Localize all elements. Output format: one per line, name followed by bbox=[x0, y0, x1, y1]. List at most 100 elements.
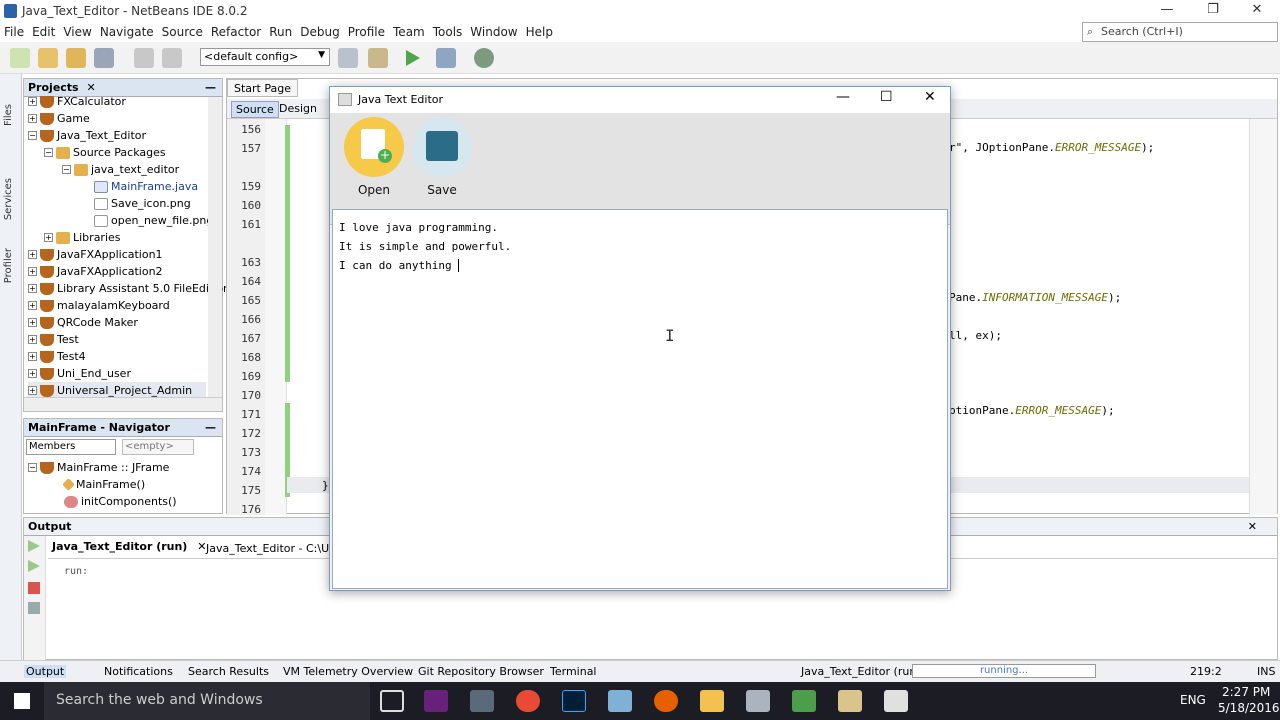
profiler-tab[interactable]: Profiler bbox=[3, 248, 14, 283]
app-icon[interactable] bbox=[746, 690, 770, 712]
tree-item-javafxapp1[interactable]: + JavaFXApplication1 bbox=[28, 246, 163, 263]
tree-item-test4[interactable]: + Test4 bbox=[28, 348, 86, 365]
menu-source[interactable]: Source bbox=[158, 22, 207, 42]
menu-navigate[interactable]: Navigate bbox=[96, 22, 158, 42]
editor-vertical-scrollbar[interactable] bbox=[1249, 119, 1277, 515]
windows-start-icon[interactable] bbox=[14, 693, 30, 709]
menu-profile[interactable]: Profile bbox=[344, 22, 389, 42]
file-explorer-icon[interactable] bbox=[700, 690, 724, 712]
clock-date[interactable]: 5/18/2016 bbox=[1218, 701, 1280, 715]
status-output[interactable]: Output bbox=[24, 665, 67, 678]
output-tab-active[interactable]: Java_Text_Editor (run) ✕ bbox=[48, 538, 210, 556]
rerun-icon[interactable] bbox=[28, 540, 40, 552]
stop-icon[interactable] bbox=[28, 582, 40, 594]
restore-button[interactable]: ❐ bbox=[1190, 0, 1236, 22]
tree-item-uni-end-user[interactable]: + Uni_End_user bbox=[28, 365, 131, 382]
menu-debug[interactable]: Debug bbox=[296, 22, 343, 42]
nav-item-constructor[interactable]: MainFrame() bbox=[62, 476, 145, 493]
close-icon[interactable]: ✕ bbox=[1248, 520, 1257, 533]
search-input[interactable]: ⌕ Search (Ctrl+I) bbox=[1082, 22, 1278, 42]
tree-item-open-new-file-png[interactable]: open_new_file.png bbox=[94, 212, 213, 229]
task-view-icon[interactable] bbox=[380, 690, 404, 712]
tree-item-malayalam-keyboard[interactable]: + malayalamKeyboard bbox=[28, 297, 170, 314]
tree-item-libraries[interactable]: + Libraries bbox=[44, 229, 121, 246]
taskbar-search[interactable]: Search the web and Windows bbox=[44, 682, 370, 720]
menu-refactor[interactable]: Refactor bbox=[207, 22, 265, 42]
debug-icon[interactable] bbox=[436, 48, 456, 68]
nav-item-init-components[interactable]: initComponents() bbox=[64, 493, 177, 510]
open-button[interactable]: + bbox=[344, 117, 404, 177]
dialog-minimize-button[interactable]: — bbox=[836, 89, 850, 105]
status-vm-telemetry[interactable]: VM Telemetry Overview bbox=[283, 665, 413, 678]
settings-icon[interactable] bbox=[28, 602, 40, 614]
tree-item-fxcalculator[interactable]: + FXCalculator bbox=[28, 93, 126, 110]
menu-window[interactable]: Window bbox=[466, 22, 521, 42]
tree-item-java-text-editor-pkg[interactable]: − java_text_editor bbox=[62, 161, 179, 178]
undo-icon[interactable] bbox=[134, 48, 154, 68]
members-select[interactable]: Members bbox=[26, 439, 116, 455]
app-icon[interactable] bbox=[470, 690, 494, 712]
minimize-panel-icon[interactable]: — bbox=[205, 421, 216, 434]
menu-run[interactable]: Run bbox=[265, 22, 296, 42]
profile-icon[interactable] bbox=[474, 48, 494, 68]
status-git-browser[interactable]: Git Repository Browser bbox=[418, 665, 544, 678]
chrome-icon[interactable] bbox=[516, 690, 540, 712]
tree-item-save-icon-png[interactable]: Save_icon.png bbox=[94, 195, 191, 212]
rerun-with-args-icon[interactable] bbox=[28, 560, 40, 572]
run-icon[interactable] bbox=[406, 50, 420, 66]
tree-item-java-text-editor[interactable]: − Java_Text_Editor bbox=[28, 127, 146, 144]
new-project-icon[interactable] bbox=[38, 48, 58, 68]
minimize-button[interactable]: — bbox=[1144, 0, 1190, 22]
language-indicator[interactable]: ENG bbox=[1180, 693, 1206, 707]
menu-team[interactable]: Team bbox=[389, 22, 429, 42]
menu-file[interactable]: File bbox=[0, 22, 28, 42]
clock-time[interactable]: 2:27 PM bbox=[1222, 685, 1270, 699]
files-tab[interactable]: Files bbox=[3, 104, 14, 126]
nav-item-mainframe-class[interactable]: − MainFrame :: JFrame bbox=[28, 459, 169, 476]
status-search-results[interactable]: Search Results bbox=[188, 665, 269, 678]
minimize-panel-icon[interactable]: — bbox=[205, 81, 216, 94]
open-project-icon[interactable] bbox=[66, 48, 86, 68]
build-icon[interactable] bbox=[338, 48, 358, 68]
app-icon[interactable] bbox=[792, 690, 816, 712]
app-icon[interactable] bbox=[608, 690, 632, 712]
firefox-icon[interactable] bbox=[654, 690, 678, 712]
output-tab-other[interactable]: Java_Text_Editor - C:\User bbox=[202, 540, 350, 558]
redo-icon[interactable] bbox=[162, 48, 182, 68]
menu-edit[interactable]: Edit bbox=[28, 22, 59, 42]
save-label[interactable]: Save bbox=[412, 183, 472, 197]
save-all-icon[interactable] bbox=[94, 48, 114, 68]
visual-studio-icon[interactable] bbox=[424, 690, 448, 712]
dialog-maximize-button[interactable]: ☐ bbox=[880, 89, 893, 105]
tree-item-test[interactable]: + Test bbox=[28, 331, 79, 348]
menu-help[interactable]: Help bbox=[522, 22, 557, 42]
tree-item-game[interactable]: + Game bbox=[28, 110, 90, 127]
tab-start-page[interactable]: Start Page bbox=[227, 79, 298, 97]
dialog-close-button[interactable]: ✕ bbox=[924, 89, 936, 105]
tab-source[interactable]: Source bbox=[231, 101, 279, 118]
horizontal-scrollbar[interactable] bbox=[24, 397, 222, 411]
tree-item-source-packages[interactable]: − Source Packages bbox=[44, 144, 166, 161]
photoshop-icon[interactable] bbox=[562, 690, 586, 712]
tab-design[interactable]: Design bbox=[279, 102, 317, 115]
open-label[interactable]: Open bbox=[344, 183, 404, 197]
tree-item-library-assistant[interactable]: + Library Assistant 5.0 FileEdition bbox=[28, 280, 230, 297]
vertical-scrollbar[interactable] bbox=[208, 97, 222, 397]
config-select[interactable]: <default config> ▼ bbox=[200, 48, 330, 66]
new-file-icon[interactable] bbox=[10, 48, 30, 68]
tree-item-qrcode-maker[interactable]: + QRCode Maker bbox=[28, 314, 138, 331]
clean-build-icon[interactable] bbox=[368, 48, 388, 68]
status-terminal[interactable]: Terminal bbox=[550, 665, 597, 678]
tree-item-javafxapp2[interactable]: + JavaFXApplication2 bbox=[28, 263, 163, 280]
app-icon[interactable] bbox=[838, 690, 862, 712]
close-button[interactable]: ✕ bbox=[1234, 0, 1280, 22]
tree-item-mainframe[interactable]: MainFrame.java bbox=[94, 178, 198, 195]
save-button[interactable] bbox=[412, 117, 472, 177]
menu-tools[interactable]: Tools bbox=[429, 22, 467, 42]
filter-select[interactable]: <empty> bbox=[122, 439, 194, 455]
menu-view[interactable]: View bbox=[59, 22, 95, 42]
status-notifications[interactable]: Notifications bbox=[104, 665, 173, 678]
text-editor-area[interactable]: I love java programming. It is simple an… bbox=[332, 209, 948, 589]
services-tab[interactable]: Services bbox=[3, 178, 14, 220]
java-app-icon[interactable] bbox=[884, 690, 908, 712]
